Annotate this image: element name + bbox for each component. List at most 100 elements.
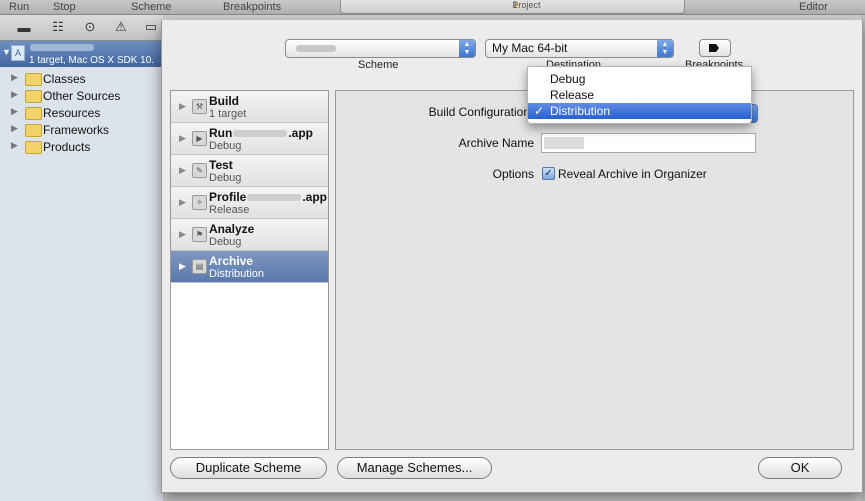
action-analyze[interactable]: ▶ ⚑ Analyze Debug bbox=[171, 219, 328, 251]
manage-schemes-button[interactable]: Manage Schemes... bbox=[337, 457, 492, 479]
stop-button[interactable]: Stop bbox=[53, 0, 76, 14]
disclosure-closed-icon[interactable]: ▶ bbox=[11, 89, 18, 100]
action-test[interactable]: ▶ ✎ Test Debug bbox=[171, 155, 328, 187]
folder-icon bbox=[25, 73, 42, 86]
archive-settings-pane: Build Configuration Archive Name Options… bbox=[335, 90, 854, 450]
reveal-archive-label[interactable]: Reveal Archive in Organizer bbox=[558, 167, 707, 181]
folder-icon bbox=[25, 107, 42, 120]
disclosure-closed-icon[interactable]: ▶ bbox=[179, 165, 186, 176]
action-archive[interactable]: ▶ ▤ Archive Distribution bbox=[171, 251, 328, 283]
breakpoint-icon bbox=[709, 44, 719, 52]
reveal-archive-checkbox[interactable]: ✓ bbox=[542, 167, 555, 180]
project-root-row[interactable]: ▼ A 1 target, Mac OS X SDK 10. bbox=[0, 41, 163, 67]
symbol-navigator-icon[interactable]: ☷ bbox=[50, 19, 66, 35]
menu-item-label: Distribution bbox=[550, 104, 611, 118]
scheme-action-list: ▶ ⚒ Build 1 target ▶ ▶ Run .app Debug ▶ ✎… bbox=[170, 90, 329, 450]
archive-icon: ▤ bbox=[192, 259, 207, 274]
folder-icon bbox=[25, 124, 42, 137]
analyze-icon: ⚑ bbox=[192, 227, 207, 242]
disclosure-closed-icon[interactable]: ▶ bbox=[11, 72, 18, 83]
test-icon: ✎ bbox=[192, 163, 207, 178]
disclosure-closed-icon[interactable]: ▶ bbox=[179, 229, 186, 240]
action-title-text: Profile bbox=[209, 190, 247, 204]
action-title: Test bbox=[209, 158, 233, 172]
scheme-toolbar-label[interactable]: Scheme bbox=[131, 0, 171, 14]
options-label: Options bbox=[492, 167, 534, 181]
project-file-icon: A bbox=[11, 45, 25, 61]
breakpoints-toolbar-label[interactable]: Breakpoints bbox=[223, 0, 281, 14]
action-subtitle: Release bbox=[209, 204, 250, 216]
action-title: Profile .app bbox=[209, 190, 327, 204]
scheme-label: Scheme bbox=[358, 59, 399, 71]
nav-group-frameworks[interactable]: ▶ Frameworks bbox=[0, 121, 163, 138]
app-name-redacted bbox=[247, 194, 302, 202]
folder-icon bbox=[25, 90, 42, 103]
action-subtitle: Debug bbox=[209, 140, 242, 152]
checkmark-icon: ✓ bbox=[534, 104, 545, 118]
project-navigator-icon[interactable]: ▬ bbox=[16, 19, 32, 35]
editor-toolbar-label[interactable]: Editor bbox=[799, 0, 828, 14]
disclosure-closed-icon[interactable]: ▶ bbox=[179, 101, 186, 112]
action-subtitle: Debug bbox=[209, 172, 242, 184]
disclosure-closed-icon[interactable]: ▶ bbox=[179, 261, 186, 272]
issue-navigator-icon[interactable]: ⚠ bbox=[113, 19, 129, 35]
action-build[interactable]: ▶ ⚒ Build 1 target bbox=[171, 91, 328, 123]
disclosure-closed-icon[interactable]: ▶ bbox=[11, 123, 18, 134]
destination-popup[interactable]: My Mac 64-bit ▲ ▼ bbox=[485, 39, 674, 58]
warning-count[interactable]: 1 bbox=[513, 0, 518, 12]
action-title: Analyze bbox=[209, 222, 255, 236]
action-subtitle: 1 target bbox=[209, 108, 247, 120]
scheme-popup[interactable]: ▲ ▼ bbox=[285, 39, 476, 58]
duplicate-scheme-button[interactable]: Duplicate Scheme bbox=[170, 457, 327, 479]
action-title: Build bbox=[209, 94, 239, 108]
group-label: Products bbox=[43, 140, 91, 154]
menu-item-distribution[interactable]: ✓ Distribution bbox=[528, 103, 751, 119]
destination-value: My Mac 64-bit bbox=[492, 41, 568, 55]
action-profile[interactable]: ▶ ✧ Profile .app Release bbox=[171, 187, 328, 219]
action-run[interactable]: ▶ ▶ Run .app Debug bbox=[171, 123, 328, 155]
run-icon: ▶ bbox=[192, 131, 207, 146]
nav-group-classes[interactable]: ▶ Classes bbox=[0, 70, 163, 87]
folder-icon bbox=[25, 141, 42, 154]
menu-item-label: Release bbox=[550, 88, 595, 102]
build-icon: ⚒ bbox=[192, 99, 207, 114]
popup-arrows-icon: ▲ ▼ bbox=[459, 40, 475, 57]
group-label: Resources bbox=[43, 106, 101, 120]
nav-group-resources[interactable]: ▶ Resources bbox=[0, 104, 163, 121]
nav-group-products[interactable]: ▶ Products bbox=[0, 138, 163, 155]
group-label: Classes bbox=[43, 72, 86, 86]
action-title-text: Run bbox=[209, 126, 233, 140]
breakpoints-toggle-button[interactable] bbox=[699, 39, 731, 57]
app-name-redacted bbox=[233, 130, 288, 138]
disclosure-closed-icon[interactable]: ▶ bbox=[11, 140, 18, 151]
build-configuration-label: Build Configuration bbox=[428, 105, 530, 119]
nav-group-other-sources[interactable]: ▶ Other Sources bbox=[0, 87, 163, 104]
ok-button[interactable]: OK bbox=[758, 457, 842, 479]
debug-navigator-icon[interactable]: ▭ bbox=[143, 19, 159, 35]
action-subtitle: Debug bbox=[209, 236, 242, 248]
search-navigator-icon[interactable]: ⊙ bbox=[82, 19, 98, 35]
group-label: Other Sources bbox=[43, 89, 121, 103]
disclosure-open-icon[interactable]: ▼ bbox=[2, 47, 11, 57]
menu-item-release[interactable]: Release bbox=[528, 87, 751, 103]
disclosure-closed-icon[interactable]: ▶ bbox=[179, 197, 186, 208]
archive-name-field[interactable] bbox=[541, 133, 756, 153]
run-button[interactable]: Run bbox=[9, 0, 29, 14]
menu-item-debug[interactable]: Debug bbox=[528, 71, 751, 87]
scheme-name-redacted bbox=[296, 45, 336, 52]
action-title-suffix: .app bbox=[302, 190, 328, 204]
disclosure-closed-icon[interactable]: ▶ bbox=[11, 106, 18, 117]
disclosure-closed-icon[interactable]: ▶ bbox=[179, 133, 186, 144]
project-navigator: ▼ A 1 target, Mac OS X SDK 10. ▶ Classes… bbox=[0, 41, 163, 501]
navigator-selector-bar: ▬ ☷ ⊙ ⚠ ▭ bbox=[0, 15, 163, 41]
activity-view: Project ⚠ 1 bbox=[340, 0, 685, 14]
build-configuration-menu: Debug Release ✓ Distribution bbox=[527, 66, 752, 124]
window-toolbar: Run Stop Scheme Breakpoints Project ⚠ 1 E… bbox=[0, 0, 865, 15]
menu-item-label: Debug bbox=[550, 72, 586, 86]
profile-icon: ✧ bbox=[192, 195, 207, 210]
edit-scheme-sheet: ▲ ▼ My Mac 64-bit ▲ ▼ Scheme Destination B… bbox=[161, 20, 863, 493]
popup-arrows-icon: ▲ ▼ bbox=[657, 40, 673, 57]
archive-name-redacted bbox=[544, 137, 584, 149]
project-name-redacted bbox=[30, 44, 94, 51]
action-title: Archive bbox=[209, 254, 254, 268]
